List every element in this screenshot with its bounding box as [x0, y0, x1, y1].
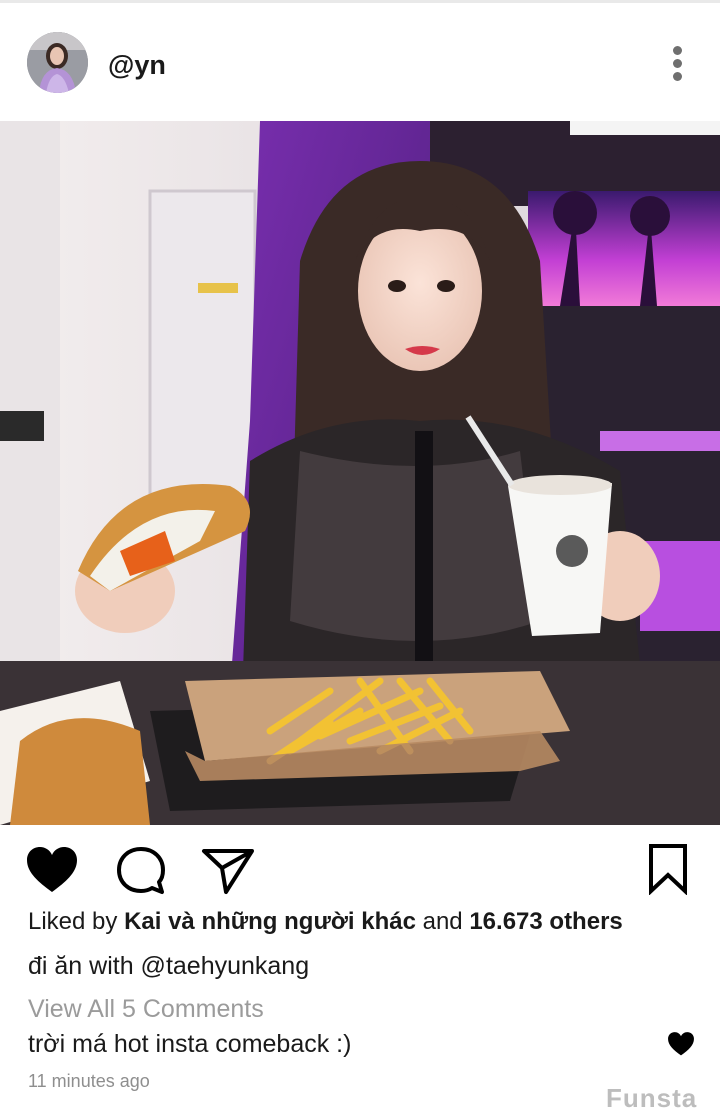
- paper-plane-icon: [202, 849, 254, 894]
- app-watermark: Funsta: [606, 1083, 698, 1113]
- more-options-button[interactable]: [660, 43, 694, 85]
- more-dot: [673, 72, 682, 81]
- more-vertical-icon: [673, 46, 682, 55]
- post-image: [0, 121, 720, 825]
- save-button[interactable]: [646, 843, 690, 896]
- post-actions: [0, 826, 720, 912]
- comment-bubble-icon: [117, 847, 165, 894]
- username[interactable]: @yn: [108, 50, 166, 81]
- heart-filled-icon: [668, 1032, 694, 1056]
- post-header: @yn: [0, 3, 720, 121]
- liked-by-prefix: Liked by: [28, 908, 125, 935]
- post-timestamp: 11 minutes ago: [28, 1071, 150, 1091]
- comment-text: trời má hot insta comeback :): [28, 1030, 352, 1058]
- avatar-image: [27, 32, 88, 93]
- bookmark-icon: [649, 844, 687, 896]
- more-dot: [673, 59, 682, 68]
- liked-by-user[interactable]: Kai và những người khác: [124, 908, 416, 935]
- comment-like-button[interactable]: [667, 1031, 695, 1057]
- liked-by-and: and: [415, 908, 470, 935]
- post-photo[interactable]: [0, 121, 720, 825]
- view-all-comments-link[interactable]: View All 5 Comments: [28, 995, 264, 1024]
- likes-summary: Liked by Kai và những người khác and 16.…: [28, 908, 623, 936]
- like-button[interactable]: [25, 845, 79, 895]
- heart-filled-icon: [27, 847, 77, 892]
- comment-button[interactable]: [115, 846, 167, 896]
- share-button[interactable]: [201, 847, 255, 895]
- post-caption: đi ăn with @taehyunkang: [28, 952, 310, 980]
- avatar[interactable]: [27, 32, 88, 93]
- likes-count[interactable]: 16.673 others: [469, 908, 622, 935]
